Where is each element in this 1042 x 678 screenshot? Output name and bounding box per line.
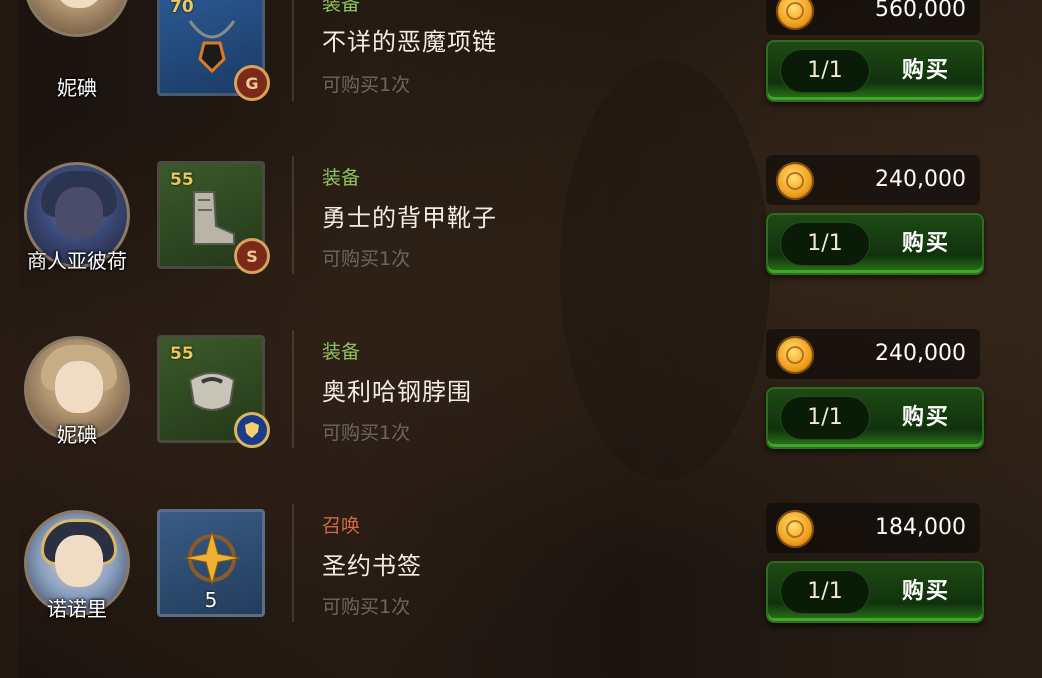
item-name: 奥利哈钢脖围 bbox=[322, 378, 472, 406]
price-value: 240,000 bbox=[875, 341, 966, 366]
npc-name: 诺诺里 bbox=[47, 597, 107, 621]
price-value: 240,000 bbox=[875, 167, 966, 192]
item-slot[interactable]: 70 G bbox=[157, 0, 270, 101]
item-slot[interactable]: 55 S bbox=[157, 161, 270, 274]
price-display: 184,000 bbox=[766, 503, 980, 553]
stock-count: 1/1 bbox=[780, 570, 870, 614]
item-quantity: 5 bbox=[204, 588, 218, 612]
gold-coin-icon bbox=[776, 162, 814, 200]
buy-button[interactable]: 1/1 购买 bbox=[766, 561, 984, 623]
item-category: 召唤 bbox=[322, 515, 361, 537]
item-slot[interactable]: 5 bbox=[157, 509, 265, 617]
avatar-face bbox=[55, 361, 103, 413]
shop-row: 妮碘 55 装备 奥利哈钢脖围 可购买1次 240,000 1/1 购买 bbox=[0, 262, 1042, 449]
purchase-limit: 可购买1次 bbox=[322, 596, 411, 618]
boots-icon bbox=[193, 191, 235, 245]
price-value: 184,000 bbox=[875, 515, 966, 540]
price-display: 240,000 bbox=[766, 329, 980, 379]
gold-coin-icon bbox=[776, 0, 814, 30]
avatar-face bbox=[55, 0, 103, 8]
shop-row: 商人亚彼荷 55 S 装备 勇士的背甲靴子 可购买1次 240,000 1/1 … bbox=[0, 88, 1042, 275]
row-divider bbox=[292, 0, 294, 101]
item-name: 勇士的背甲靴子 bbox=[322, 204, 497, 232]
item-name: 圣约书签 bbox=[322, 552, 422, 580]
item-name: 不详的恶魔项链 bbox=[322, 28, 497, 56]
npc-avatar bbox=[24, 0, 130, 37]
shop-row: 诺诺里 5 召唤 圣约书签 可购买1次 184,000 1/1 购买 bbox=[0, 436, 1042, 623]
avatar-face bbox=[55, 535, 103, 587]
price-display: 560,000 bbox=[766, 0, 980, 35]
price-display: 240,000 bbox=[766, 155, 980, 205]
gold-coin-icon bbox=[776, 510, 814, 548]
stock-count: 1/1 bbox=[780, 396, 870, 440]
item-slot[interactable]: 55 bbox=[157, 335, 270, 448]
price-value: 560,000 bbox=[875, 0, 966, 22]
buy-label: 购买 bbox=[901, 579, 950, 604]
stock-count: 1/1 bbox=[780, 222, 870, 266]
star-bookmark-icon bbox=[183, 530, 241, 586]
neckguard-icon bbox=[188, 372, 236, 411]
shop-row: 妮碘 70 G 装备 不详的恶魔项链 可购买1次 560,000 1/1 购买 bbox=[0, 0, 1042, 102]
row-divider bbox=[292, 156, 294, 274]
row-divider bbox=[292, 330, 294, 448]
item-category: 装备 bbox=[322, 167, 361, 189]
item-category: 装备 bbox=[322, 341, 361, 363]
row-divider bbox=[292, 504, 294, 622]
gold-coin-icon bbox=[776, 336, 814, 374]
item-category: 装备 bbox=[322, 0, 361, 15]
avatar-face bbox=[55, 187, 103, 239]
stock-count: 1/1 bbox=[780, 49, 870, 93]
necklace-icon bbox=[188, 20, 236, 74]
